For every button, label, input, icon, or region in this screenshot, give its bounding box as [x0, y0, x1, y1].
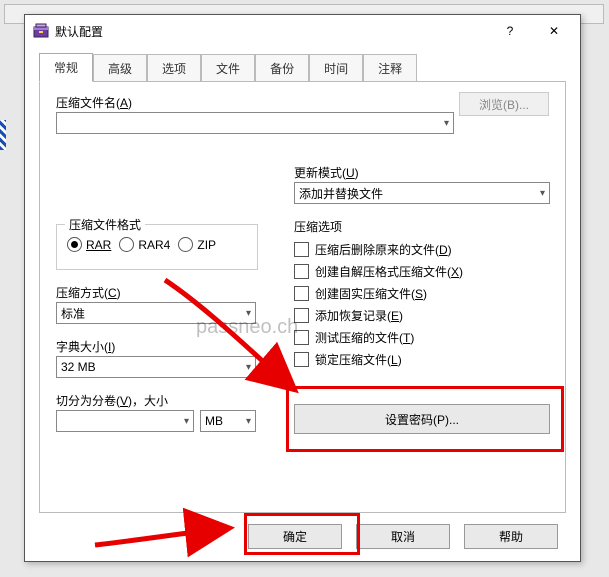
dictionary-size-combo[interactable]: 32 MB▾: [56, 356, 256, 378]
cancel-button[interactable]: 取消: [356, 524, 450, 549]
archive-format-group: 压缩文件格式 RAR RAR4 ZIP: [56, 224, 258, 270]
tab-advanced[interactable]: 高级: [93, 54, 147, 82]
tab-files[interactable]: 文件: [201, 54, 255, 82]
dialog-title: 默认配置: [55, 23, 488, 40]
dictionary-size-label: 字典大小(I): [56, 338, 115, 355]
tab-options[interactable]: 选项: [147, 54, 201, 82]
help-button-bottom[interactable]: 帮助: [464, 524, 558, 549]
tab-time[interactable]: 时间: [309, 54, 363, 82]
browse-button[interactable]: 浏览(B)...: [459, 92, 549, 116]
chevron-down-icon: ▾: [184, 416, 189, 427]
tab-general[interactable]: 常规: [39, 53, 93, 82]
archive-name-label: 压缩文件名(A): [56, 94, 132, 111]
archive-name-input[interactable]: ▾: [56, 112, 454, 134]
chevron-down-icon: ▾: [246, 362, 251, 373]
app-icon: [33, 23, 49, 39]
chevron-down-icon: ▾: [540, 188, 545, 199]
check-test-archive[interactable]: 测试压缩的文件(T): [294, 326, 463, 348]
compression-method-combo[interactable]: 标准▾: [56, 302, 256, 324]
split-volumes-label: 切分为分卷(V)，大小: [56, 392, 168, 409]
compression-options-legend: 压缩选项: [294, 218, 342, 235]
help-button[interactable]: ?: [488, 16, 532, 46]
annotation-highlight-ok: [244, 513, 360, 555]
check-add-recovery[interactable]: 添加恢复记录(E): [294, 304, 463, 326]
check-lock-archive[interactable]: 锁定压缩文件(L): [294, 348, 463, 370]
tab-panel-general: 压缩文件名(A) ▾ 浏览(B)... 更新模式(U) 添加并替换文件▾ 压缩文…: [39, 81, 566, 513]
chevron-down-icon: ▾: [246, 308, 251, 319]
archive-format-legend: 压缩文件格式: [65, 216, 145, 233]
tab-backup[interactable]: 备份: [255, 54, 309, 82]
check-create-sfx[interactable]: 创建自解压格式压缩文件(X): [294, 260, 463, 282]
compression-method-label: 压缩方式(C): [56, 284, 121, 301]
check-create-solid[interactable]: 创建固实压缩文件(S): [294, 282, 463, 304]
tab-comment[interactable]: 注释: [363, 54, 417, 82]
update-mode-combo[interactable]: 添加并替换文件▾: [294, 182, 550, 204]
chevron-down-icon: ▾: [444, 118, 449, 129]
default-profile-dialog: 默认配置 ? ✕ 常规 高级 选项 文件 备份 时间 注释 压缩文件名(A) ▾: [24, 14, 581, 562]
radio-rar[interactable]: RAR: [67, 237, 111, 252]
check-delete-after[interactable]: 压缩后删除原来的文件(D): [294, 238, 463, 260]
update-mode-label: 更新模式(U): [294, 164, 359, 181]
annotation-highlight-password: [286, 386, 564, 452]
tab-strip: 常规 高级 选项 文件 备份 时间 注释: [25, 53, 580, 81]
close-button[interactable]: ✕: [532, 16, 576, 46]
split-unit-combo[interactable]: MB▾: [200, 410, 256, 432]
titlebar: 默认配置 ? ✕: [25, 15, 580, 47]
radio-zip[interactable]: ZIP: [178, 237, 216, 252]
chevron-down-icon: ▾: [246, 416, 251, 427]
split-size-input[interactable]: ▾: [56, 410, 194, 432]
compression-options-group: 压缩选项 压缩后删除原来的文件(D) 创建自解压格式压缩文件(X) 创建固实压缩…: [294, 224, 550, 380]
radio-rar4[interactable]: RAR4: [119, 237, 170, 252]
